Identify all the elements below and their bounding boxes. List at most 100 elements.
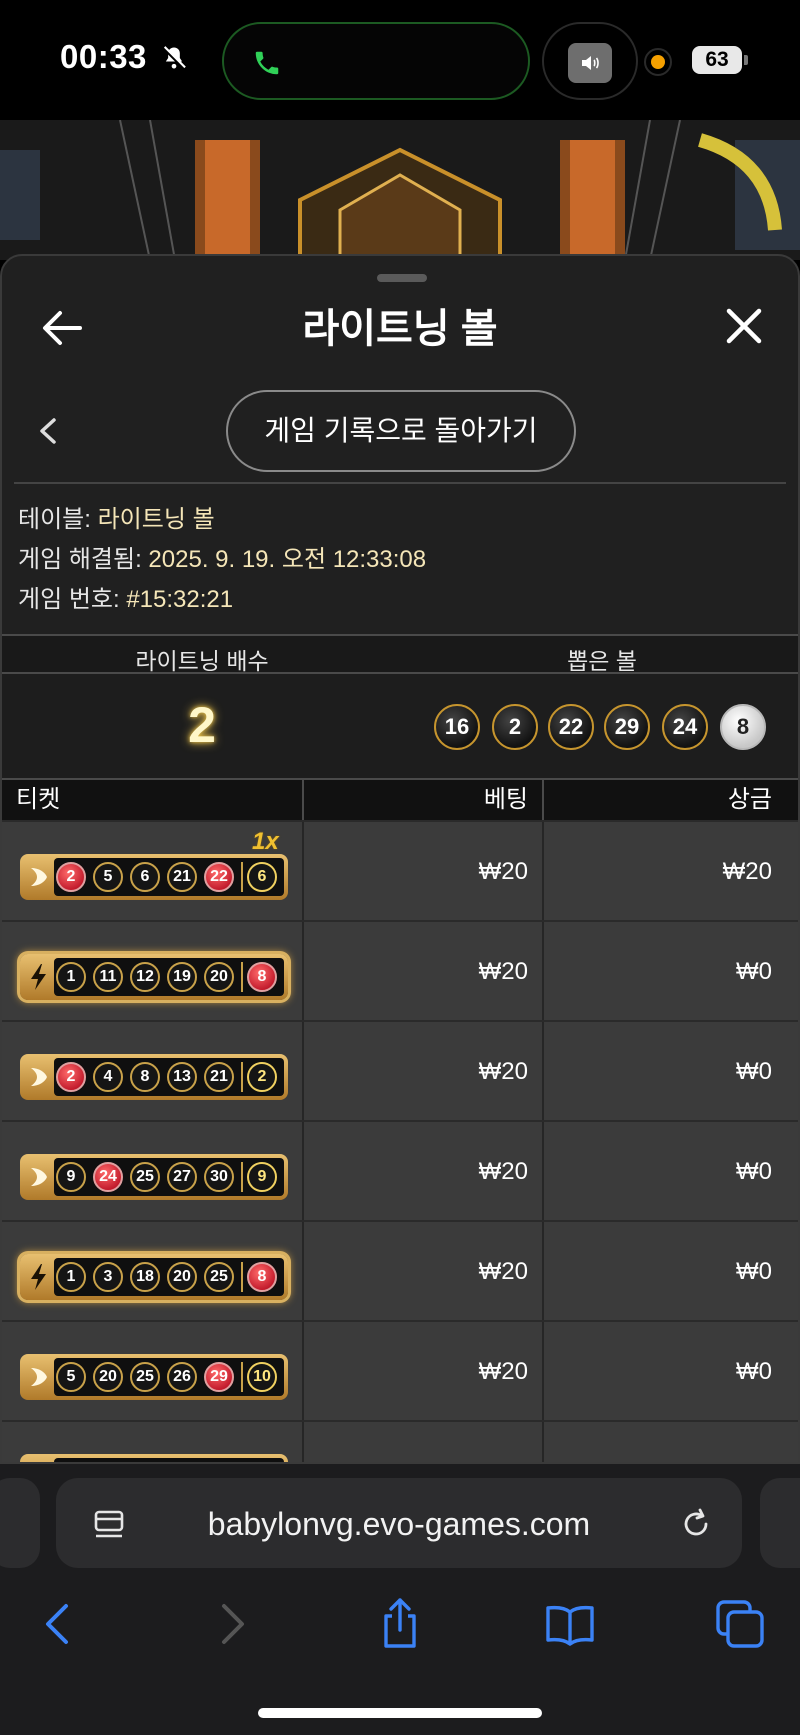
audio-pill[interactable]	[542, 22, 638, 100]
lightning-ticket: 1 3 18 20 25 8	[20, 1254, 288, 1300]
drawn-ball: 29	[604, 704, 650, 750]
ticket-arrow-icon	[31, 1168, 47, 1186]
clock: 00:33	[60, 38, 147, 75]
normal-ticket: 5 20 25 26 29 10	[20, 1354, 288, 1400]
ticket-cell: 1 3 18 20 25 8	[4, 1222, 304, 1322]
game-background	[0, 120, 800, 260]
ticket-ball: 25	[204, 1262, 234, 1292]
drawn-balls-header: 뽑은 볼	[567, 648, 637, 674]
ticket-ball: 8	[130, 1062, 160, 1092]
ticket-cell: 2 5 6 21 22 6 1x	[4, 822, 304, 922]
ticket-cell: 2 4 8 13 21 2	[4, 1022, 304, 1122]
game-detail-modal: 라이트닝 볼 게임 기록으로 돌아가기 테이블: 라이트닝 볼 게임 해결됨: …	[0, 254, 800, 1464]
drawn-ball: 2	[492, 704, 538, 750]
ticket-separator	[241, 1162, 243, 1192]
info-game-no-line: 게임 번호: #15:32:21	[18, 580, 426, 620]
ticket-cell: 1 11 12 19 20 8	[4, 922, 304, 1022]
table-row: 5 20 25 26 29 10 ₩20 ₩0	[2, 1320, 798, 1422]
previous-tab-peek[interactable]	[0, 1478, 40, 1568]
prize-amount: ₩0	[736, 1358, 772, 1385]
ticket-separator	[241, 962, 243, 992]
chevron-left-icon[interactable]	[36, 416, 60, 446]
ticket-ball: 20	[167, 1262, 197, 1292]
info-table-label: 테이블:	[18, 506, 91, 533]
address-bar[interactable]: babylonvg.evo-games.com	[56, 1478, 742, 1568]
close-icon[interactable]	[724, 306, 764, 346]
ticket-ball: 29	[204, 1362, 234, 1392]
forward-nav-icon[interactable]	[204, 1596, 260, 1652]
ticket-balls-area: 1 3 18 20 25 8	[54, 1258, 284, 1296]
info-game-no-value: #15:32:21	[126, 586, 234, 613]
prize-amount: ₩0	[736, 958, 772, 985]
ticket-balls-area: 9 24 25 27 30 9	[54, 1158, 284, 1196]
bet-amount: ₩20	[304, 1022, 544, 1122]
ticket-ball: 9	[56, 1162, 86, 1192]
drawn-ball: 24	[662, 704, 708, 750]
normal-ticket: 9 24 25 27 30 9	[20, 1154, 288, 1200]
ticket-cell: 13192227294	[4, 1422, 304, 1462]
back-to-history-button[interactable]: 게임 기록으로 돌아가기	[226, 390, 576, 472]
ticket-bonus-ball: 9	[247, 1162, 277, 1192]
win-multiplier-badge: 1x	[252, 828, 279, 855]
multiplier-header: 라이트닝 배수	[135, 648, 269, 674]
ticket-ball: 4	[93, 1062, 123, 1092]
bet-amount: ₩20	[304, 1222, 544, 1322]
active-call-pill[interactable]	[222, 22, 530, 100]
bet-amount: ₩20	[304, 1322, 544, 1422]
ticket-ball: 30	[204, 1162, 234, 1192]
bet-amount: ₩20	[304, 1122, 544, 1222]
divider	[14, 482, 786, 484]
tabs-icon[interactable]	[712, 1596, 768, 1652]
battery-indicator: 63	[692, 46, 742, 74]
modal-title: 라이트닝 볼	[302, 307, 498, 351]
share-icon[interactable]	[372, 1596, 428, 1652]
next-tab-peek[interactable]	[760, 1478, 800, 1568]
result-row: 2 16 2 22 29 24 8	[2, 674, 798, 778]
ticket-ball: 26	[167, 1362, 197, 1392]
ticket-ball: 1	[56, 1262, 86, 1292]
sheet-grabber[interactable]	[377, 274, 427, 282]
ticket-bonus-ball: 8	[247, 962, 277, 992]
ticket-ball: 12	[130, 962, 160, 992]
home-indicator[interactable]	[258, 1708, 542, 1718]
lightning-bolt-icon	[31, 1264, 46, 1290]
table-row: 13192227294 ₩20₩0	[2, 1420, 798, 1462]
reload-icon[interactable]	[678, 1506, 714, 1542]
table-row: 2 4 8 13 21 2 ₩20 ₩0	[2, 1020, 798, 1122]
ticket-separator	[241, 1262, 243, 1292]
ticket-ball: 19	[167, 962, 197, 992]
ticket-ball: 2	[56, 862, 86, 892]
game-info: 테이블: 라이트닝 볼 게임 해결됨: 2025. 9. 19. 오전 12:3…	[18, 500, 426, 620]
ticket-ball: 3	[93, 1262, 123, 1292]
ticket-ball: 21	[167, 862, 197, 892]
ticket-bonus-ball: 6	[247, 862, 277, 892]
battery-tip	[744, 55, 748, 65]
phone-icon	[255, 51, 279, 75]
normal-ticket: 13192227294	[20, 1454, 288, 1462]
info-table-line: 테이블: 라이트닝 볼	[18, 500, 426, 540]
normal-ticket: 2 4 8 13 21 2	[20, 1054, 288, 1100]
lightning-multiplier: 2	[188, 697, 216, 753]
url-text[interactable]: babylonvg.evo-games.com	[56, 1506, 742, 1543]
table-row: 1 11 12 19 20 8 ₩20 ₩0	[2, 920, 798, 1022]
browser-toolbar: babylonvg.evo-games.com	[0, 1464, 800, 1735]
prize-amount: ₩0	[736, 1258, 772, 1285]
ticket-arrow-icon	[31, 868, 47, 886]
drawn-ball: 16	[434, 704, 480, 750]
ticket-ball: 13	[167, 1062, 197, 1092]
back-nav-icon[interactable]	[32, 1596, 88, 1652]
bookmarks-icon[interactable]	[542, 1596, 598, 1652]
ticket-ball: 25	[130, 1362, 160, 1392]
ticket-arrow-icon	[31, 1068, 47, 1086]
lightning-bolt-icon	[31, 964, 46, 990]
bet-amount: ₩20	[304, 922, 544, 1022]
ticket-ball: 5	[56, 1362, 86, 1392]
prize-amount: ₩0	[736, 1158, 772, 1185]
table-row: 9 24 25 27 30 9 ₩20 ₩0	[2, 1120, 798, 1222]
bet-amount: ₩20	[304, 822, 544, 922]
bet-amount: ₩20	[304, 1422, 544, 1462]
normal-ticket: 2 5 6 21 22 6	[20, 854, 288, 900]
drawn-ball: 22	[548, 704, 594, 750]
info-table-value: 라이트닝 볼	[97, 506, 215, 533]
ticket-ball: 24	[93, 1162, 123, 1192]
